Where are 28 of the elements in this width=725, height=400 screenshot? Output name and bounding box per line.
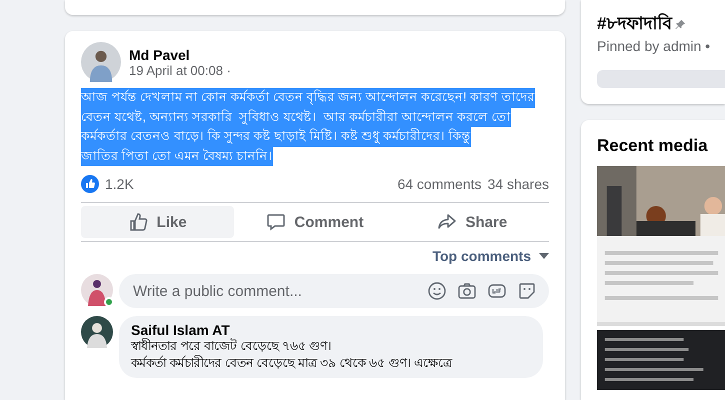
share-count[interactable]: 34 shares xyxy=(488,176,549,192)
speech-bubble-icon xyxy=(266,212,286,232)
camera-icon[interactable] xyxy=(457,281,477,301)
comment-button[interactable]: Comment xyxy=(238,206,392,238)
hashtag-title[interactable]: #৮দফাদাবি xyxy=(597,10,672,38)
avatar[interactable] xyxy=(81,42,121,82)
reaction-count[interactable]: 1.2K xyxy=(105,176,134,192)
comment-text-line: কর্মকর্তা কর্মচারীদের বেতন বেড়েছে মাত্র ৩৯ থেকে ৬৫ গুণ। এক্ষেত্রে xyxy=(131,355,454,372)
sticker-icon[interactable] xyxy=(517,281,537,301)
comment-field[interactable]: Write a public comment... xyxy=(131,282,417,300)
comment-bar[interactable]: Write a public comment... xyxy=(119,274,549,308)
avatar[interactable] xyxy=(81,316,113,348)
comment-count[interactable]: 64 comments xyxy=(397,176,482,192)
comment-text-line: স্বাধীনতার পরে বাজেট বেড়েছে ৭৬৫ গুণ। xyxy=(131,338,332,355)
like-button[interactable]: Like xyxy=(81,206,234,238)
share-button[interactable]: Share xyxy=(396,206,549,238)
thumbs-up-icon xyxy=(128,212,149,232)
pin-icon xyxy=(675,18,686,30)
caret-icon xyxy=(539,253,549,259)
post-time[interactable]: 19 April at 00:08 · xyxy=(129,62,231,78)
section-title: Recent media xyxy=(597,136,709,156)
author-name[interactable]: Md Pavel xyxy=(129,46,231,62)
smiley-icon[interactable] xyxy=(427,281,447,301)
pinned-label: Pinned by admin • xyxy=(597,38,712,54)
avatar[interactable] xyxy=(81,274,113,306)
like-icon xyxy=(81,175,99,193)
commenter-name[interactable]: Saiful Islam AT xyxy=(131,322,531,338)
sort-dropdown[interactable]: Top comments xyxy=(432,244,549,268)
